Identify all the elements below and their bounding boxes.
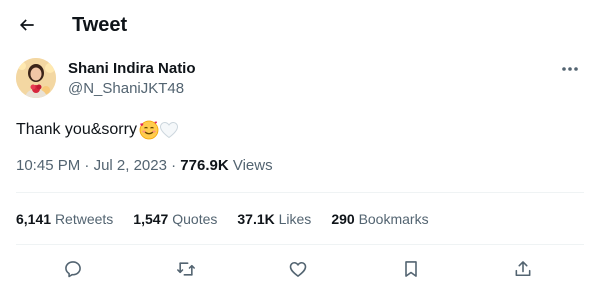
arrow-left-icon [17, 15, 37, 35]
back-button[interactable] [14, 12, 40, 38]
bookmarks-stat[interactable]: 290 Bookmarks [331, 210, 428, 228]
divider [16, 244, 584, 245]
action-bar [16, 255, 584, 283]
white-heart-icon [159, 120, 179, 140]
author-handle[interactable]: @N_ShaniJKT48 [68, 80, 184, 98]
retweet-button[interactable] [172, 255, 200, 283]
tweet-text-content: Thank you&sorry [16, 121, 137, 138]
bookmark-button[interactable] [397, 255, 425, 283]
bookmark-icon [401, 259, 421, 279]
share-button[interactable] [509, 255, 537, 283]
tweet-text: Thank you&sorry [16, 119, 179, 141]
retweets-stat[interactable]: 6,141 Retweets [16, 210, 113, 228]
likes-stat[interactable]: 37.1K Likes [237, 210, 311, 228]
views-count: 776.9K [180, 157, 229, 174]
tweet-meta: 10:45 PM · Jul 2, 2023 · 776.9K Views [16, 157, 273, 175]
quotes-count: 1,547 [133, 211, 169, 227]
retweets-count: 6,141 [16, 211, 52, 227]
page-title: Tweet [72, 14, 128, 36]
meta-separator: · [84, 157, 90, 174]
meta-separator: · [171, 157, 177, 174]
reply-button[interactable] [59, 255, 87, 283]
avatar[interactable] [16, 58, 56, 98]
like-button[interactable] [284, 255, 312, 283]
quotes-stat[interactable]: 1,547 Quotes [133, 210, 217, 228]
smiling-face-with-hearts-icon [139, 120, 159, 140]
tweet-date[interactable]: Jul 2, 2023 [94, 157, 167, 174]
top-bar: Tweet [0, 0, 600, 50]
reply-icon [63, 259, 83, 279]
tweet-time[interactable]: 10:45 PM [16, 157, 80, 174]
bookmarks-label: Bookmarks [358, 211, 429, 227]
likes-count: 37.1K [237, 211, 275, 227]
quotes-label: Quotes [172, 211, 218, 227]
more-icon [561, 66, 579, 72]
engagement-stats: 6,141 Retweets 1,547 Quotes 37.1K Likes … [16, 210, 449, 228]
likes-label: Likes [278, 211, 312, 227]
retweet-icon [176, 259, 196, 279]
author-name[interactable]: Shani Indira Natio [68, 60, 196, 78]
bookmarks-count: 290 [331, 211, 355, 227]
retweets-label: Retweets [54, 211, 114, 227]
divider [16, 192, 584, 193]
share-icon [513, 259, 533, 279]
more-options-button[interactable] [556, 58, 584, 80]
views-label: Views [232, 157, 273, 174]
like-icon [288, 259, 308, 279]
views-stat[interactable]: 776.9K Views [180, 157, 272, 174]
